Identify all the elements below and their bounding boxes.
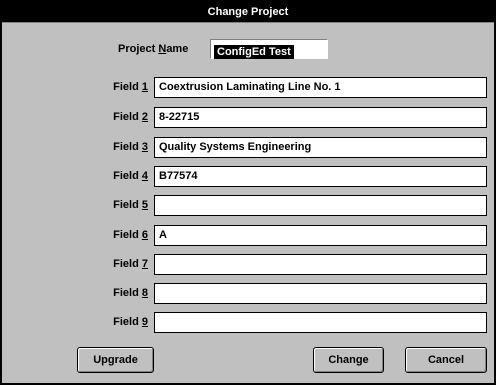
- field-4-input[interactable]: B77574: [154, 166, 487, 187]
- field-1-label: Field 1: [113, 81, 148, 93]
- field-8-label: Field 8: [113, 287, 148, 299]
- field-2-label: Field 2: [113, 111, 148, 123]
- project-name-input[interactable]: ConfigEd Test: [210, 39, 328, 59]
- field-7-label: Field 7: [113, 258, 148, 270]
- project-name-value: ConfigEd Test: [214, 45, 294, 59]
- upgrade-button[interactable]: Upgrade: [77, 347, 154, 373]
- field-8-input[interactable]: [154, 283, 487, 304]
- field-4-label: Field 4: [113, 170, 148, 182]
- field-3-label: Field 3: [113, 141, 148, 153]
- field-5-label: Field 5: [113, 199, 148, 211]
- change-button[interactable]: Change: [313, 347, 384, 373]
- change-project-dialog: Change Project Project Name ConfigEd Tes…: [0, 0, 496, 385]
- field-6-input[interactable]: A: [154, 225, 487, 246]
- cancel-button[interactable]: Cancel: [405, 347, 487, 373]
- field-9-label: Field 9: [113, 316, 148, 328]
- project-name-label: Project Name: [118, 43, 189, 55]
- field-5-input[interactable]: [154, 195, 487, 216]
- dialog-title: Change Project: [2, 2, 494, 22]
- field-7-input[interactable]: [154, 254, 487, 275]
- field-6-label: Field 6: [113, 229, 148, 241]
- field-9-input[interactable]: [154, 312, 487, 333]
- title-divider: [2, 22, 494, 23]
- field-3-input[interactable]: Quality Systems Engineering: [154, 137, 487, 158]
- field-1-input[interactable]: Coextrusion Laminating Line No. 1: [154, 77, 487, 98]
- field-2-input[interactable]: 8-22715: [154, 107, 487, 128]
